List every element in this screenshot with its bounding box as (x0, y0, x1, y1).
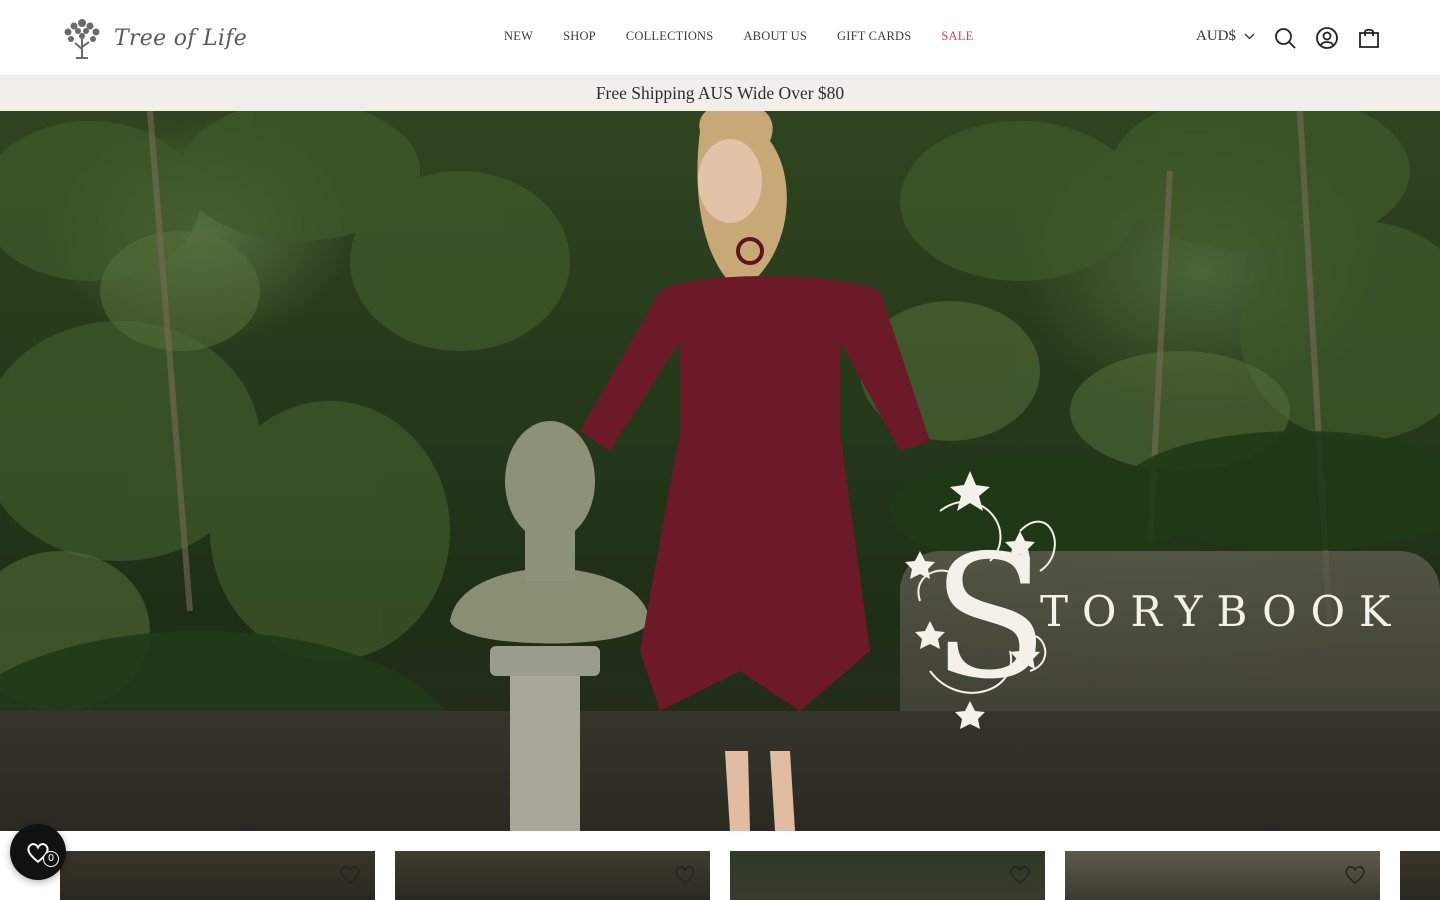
product-card[interactable] (730, 851, 1045, 900)
chevron-down-icon (1244, 33, 1255, 40)
currency-label: AUD$ (1196, 28, 1236, 44)
nav-sale[interactable]: SALE (941, 29, 973, 44)
heart-icon[interactable] (674, 865, 696, 885)
brand-name: Tree of Life (114, 25, 248, 51)
main-nav: NEW SHOP COLLECTIONS ABOUT US GIFT CARDS… (504, 29, 973, 44)
heart-icon[interactable] (1009, 865, 1031, 885)
nav-collections[interactable]: COLLECTIONS (626, 29, 714, 44)
heart-icon[interactable] (1344, 865, 1366, 885)
site-header: Tree of Life NEW SHOP COLLECTIONS ABOUT … (0, 0, 1440, 76)
nav-gift-cards[interactable]: GIFT CARDS (837, 29, 911, 44)
hero-title: TORYBOOK (1040, 587, 1405, 636)
brand-logo[interactable]: Tree of Life (60, 14, 247, 62)
nav-new[interactable]: NEW (504, 29, 533, 44)
currency-selector[interactable]: AUD$ (1196, 28, 1255, 45)
account-icon[interactable] (1315, 26, 1339, 50)
nav-about-us[interactable]: ABOUT US (743, 29, 807, 44)
nav-shop[interactable]: SHOP (563, 29, 596, 44)
model-figure (580, 111, 930, 831)
product-carousel (0, 851, 1440, 900)
wishlist-button[interactable]: 0 (10, 824, 66, 880)
search-icon[interactable] (1273, 26, 1297, 50)
storybook-initial: S (932, 519, 1048, 717)
announcement-bar: Free Shipping AUS Wide Over $80 (0, 76, 1440, 111)
product-card[interactable] (1400, 851, 1440, 900)
product-card[interactable] (1065, 851, 1380, 900)
wishlist-count-badge: 0 (43, 851, 59, 867)
cart-icon[interactable] (1357, 26, 1381, 50)
heart-icon[interactable] (339, 865, 361, 885)
product-card[interactable] (60, 851, 375, 900)
tree-logo-icon (64, 19, 100, 59)
product-card[interactable] (395, 851, 710, 900)
announcement-text: Free Shipping AUS Wide Over $80 (595, 83, 845, 103)
hero-banner[interactable]: S TORYBOOK (0, 111, 1440, 831)
